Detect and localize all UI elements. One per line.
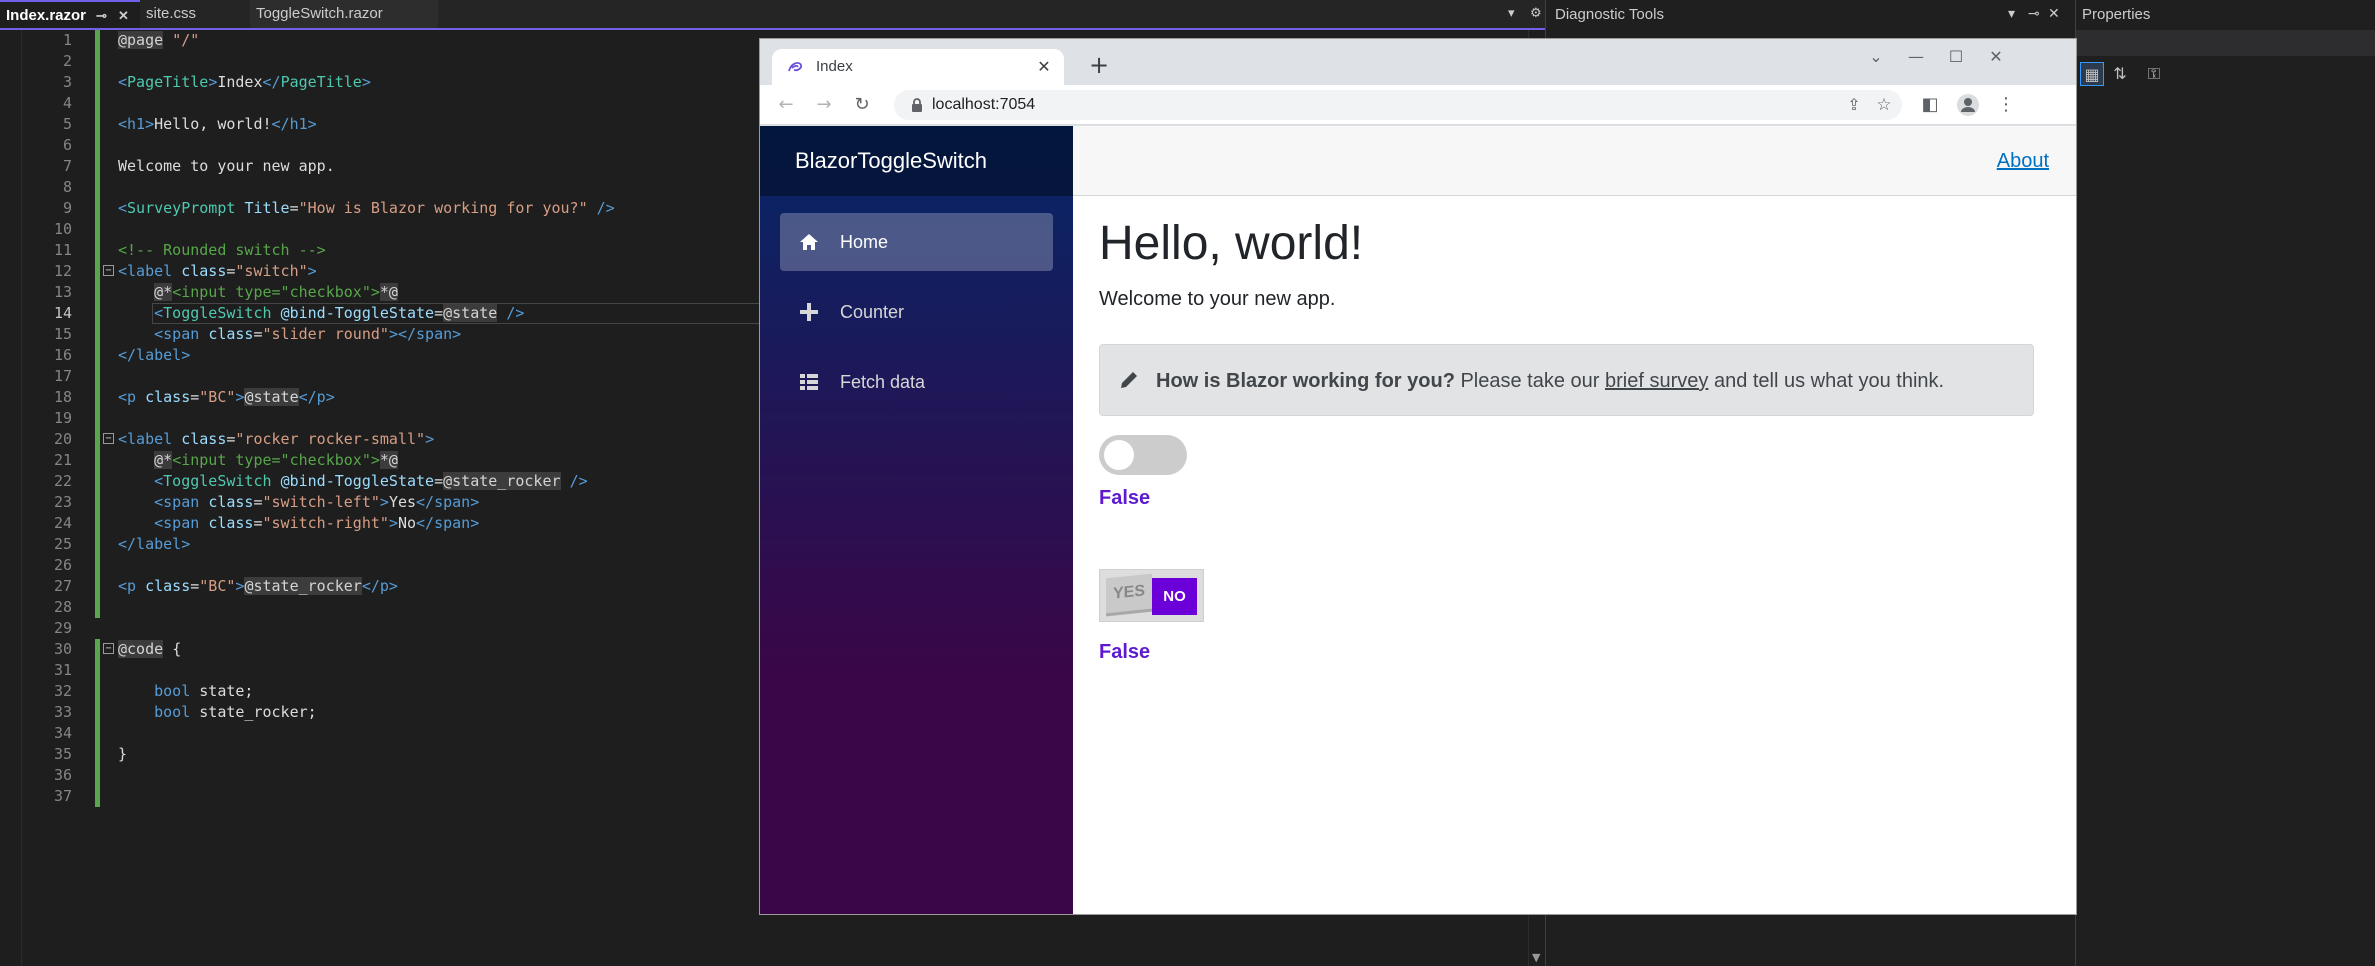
properties-toolbar: ▦ ⇅ ⚿ (2076, 58, 2375, 90)
diagnostic-tools-title: Diagnostic Tools (1555, 6, 1664, 23)
toggle-knob (1104, 440, 1134, 470)
back-icon[interactable]: ← (774, 93, 798, 117)
about-link[interactable]: About (1997, 126, 2049, 196)
survey-prefix: Please take our (1460, 370, 1600, 392)
close-icon[interactable]: ✕ (1034, 57, 1054, 77)
menu-kebab-icon[interactable]: ⋮ (1994, 93, 2018, 117)
close-window-icon[interactable]: ✕ (1978, 45, 2014, 69)
side-panel-icon[interactable]: ◧ (1918, 93, 1942, 117)
tab-index-razor[interactable]: Index.razor ⊸ ✕ (0, 0, 140, 28)
rocker-toggle-switch[interactable]: YES NO (1099, 569, 1204, 622)
browser-window: Index ✕ + ⌄ — ☐ ✕ ← → ↻ localhost:7054 ⇪… (759, 38, 2077, 915)
pin-icon[interactable]: ⊸ (2028, 6, 2040, 22)
pane-dropdown-icon[interactable]: ▾ (2008, 6, 2015, 22)
survey-text: How is Blazor working for you? Please ta… (1156, 345, 1944, 417)
profile-avatar-icon[interactable] (1956, 93, 1980, 117)
rocker-yes: YES (1106, 573, 1152, 617)
welcome-text: Welcome to your new app. (1099, 288, 1336, 310)
url-text: localhost:7054 (932, 96, 1036, 113)
share-icon[interactable]: ⇪ (1842, 93, 1866, 117)
survey-suffix: and tell us what you think. (1713, 370, 1945, 392)
fold-toggle-icon[interactable]: − (103, 433, 114, 444)
alphabetical-icon[interactable]: ⇅ (2108, 62, 2132, 86)
scroll-down-icon[interactable]: ▼ (1532, 951, 1540, 964)
nav-label: Counter (840, 302, 905, 322)
fold-toggle-icon[interactable]: − (103, 265, 114, 276)
new-tab-button[interactable]: + (1085, 51, 1113, 79)
page-viewport: BlazorToggleSwitch Home Counter Fetch da… (760, 126, 2076, 914)
fold-toggle-icon[interactable]: − (103, 643, 114, 654)
minimize-icon[interactable]: — (1898, 45, 1934, 69)
lock-icon[interactable] (910, 97, 924, 113)
pin-icon[interactable]: ⊸ (96, 2, 107, 30)
editor-tab-strip: Index.razor ⊸ ✕ site.css ToggleSwitch.ra… (0, 0, 1545, 30)
tab-dropdown-icon[interactable]: ▾ (1508, 6, 1515, 21)
browser-tab-index[interactable]: Index ✕ (772, 49, 1064, 85)
tab-label: site.css (146, 5, 197, 22)
browser-tab-bar: Index ✕ + ⌄ — ☐ ✕ (760, 39, 2076, 85)
maximize-icon[interactable]: ☐ (1938, 45, 1974, 69)
wrench-icon[interactable]: ⚿ (2142, 62, 2166, 86)
blazor-favicon-icon (788, 62, 803, 72)
tab-search-icon[interactable]: ⌄ (1858, 45, 1894, 69)
address-bar[interactable]: localhost:7054 ⇪ ☆ (894, 90, 1902, 120)
brand-bar: BlazorToggleSwitch (760, 126, 1073, 196)
app-sidebar: BlazorToggleSwitch Home Counter Fetch da… (760, 126, 1073, 914)
survey-prompt: How is Blazor working for you? Please ta… (1099, 344, 2034, 416)
diag-pane-controls: ▾ ⊸ ✕ (2002, 0, 2072, 30)
properties-title: Properties (2082, 6, 2151, 23)
rocker-no: NO (1152, 578, 1197, 615)
tab-label: Index.razor (6, 7, 87, 24)
properties-object-selector[interactable] (2076, 30, 2375, 56)
app-top-row: About (1073, 126, 2076, 196)
browser-toolbar: ← → ↻ localhost:7054 ⇪ ☆ ◧ ⋮ (760, 85, 2076, 125)
list-icon (800, 374, 818, 390)
nav-item-home[interactable]: Home (780, 213, 1053, 271)
survey-link[interactable]: brief survey (1605, 370, 1708, 392)
nav-item-fetch-data[interactable]: Fetch data (780, 353, 1053, 411)
state-rocker-label: False (1099, 641, 1151, 663)
pencil-icon (1121, 372, 1137, 388)
rounded-toggle-switch[interactable] (1099, 435, 1187, 475)
browser-tab-title: Index (816, 58, 853, 75)
plus-icon (800, 303, 818, 321)
categorized-icon[interactable]: ▦ (2080, 62, 2104, 86)
home-icon (800, 234, 818, 250)
close-icon[interactable]: ✕ (2048, 6, 2060, 22)
tab-label: ToggleSwitch.razor (256, 5, 383, 22)
page-heading: Hello, world! (1099, 217, 1364, 270)
star-icon[interactable]: ☆ (1872, 93, 1896, 117)
properties-pane (2075, 0, 2375, 966)
forward-icon[interactable]: → (812, 93, 836, 117)
nav-label: Fetch data (840, 372, 926, 392)
state-label: False (1099, 487, 1151, 509)
nav-label: Home (840, 232, 889, 252)
reload-icon[interactable]: ↻ (850, 93, 874, 117)
nav-item-counter[interactable]: Counter (780, 283, 1053, 341)
gear-icon[interactable]: ⚙ (1530, 6, 1542, 21)
survey-question: How is Blazor working for you? (1156, 370, 1455, 392)
close-icon[interactable]: ✕ (118, 2, 129, 30)
app-brand[interactable]: BlazorToggleSwitch (795, 126, 987, 196)
tab-toggleswitch-razor[interactable]: ToggleSwitch.razor (250, 0, 438, 28)
tab-site-css[interactable]: site.css (140, 0, 248, 28)
